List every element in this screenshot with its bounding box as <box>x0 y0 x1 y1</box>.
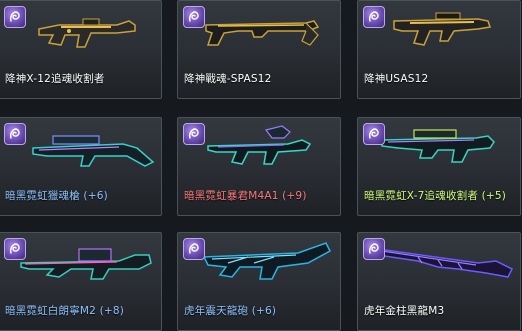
weapon-name: 降神USAS12 <box>364 73 429 85</box>
weapon-name: 暗黑霓虹暴君M4A1 (+9) <box>184 190 307 202</box>
weapon-name: 虎年震天龍砲 (+6) <box>184 305 277 317</box>
weapon-card[interactable]: 暗黑霓虹暴君M4A1 (+9) <box>177 117 341 216</box>
spiral-emblem-icon <box>363 238 385 260</box>
weapon-name: 暗黑霓虹X-7追魂收割者 (+5) <box>364 190 507 202</box>
weapon-card[interactable]: 虎年震天龍砲 (+6) <box>177 232 341 331</box>
spiral-emblem-icon <box>363 123 385 145</box>
spiral-emblem-icon <box>183 6 205 28</box>
weapon-card[interactable]: 虎年金柱黑龍M3 <box>357 232 521 331</box>
weapon-card[interactable]: 暗黑霓虹獵魂槍 (+6) <box>0 117 162 216</box>
weapon-name: 暗黑霓虹白朗寧M2 (+8) <box>5 305 125 317</box>
spiral-emblem-icon <box>4 123 26 145</box>
weapon-name: 降神X-12追魂收割者 <box>5 73 105 85</box>
weapon-grid: 降神X-12追魂收割者 降神戰魂-SPAS12 降神USAS12 暗黑霓虹獵魂槍… <box>0 0 522 331</box>
spiral-emblem-icon <box>183 238 205 260</box>
spiral-emblem-icon <box>183 123 205 145</box>
spiral-emblem-icon <box>4 6 26 28</box>
weapon-card[interactable]: 降神戰魂-SPAS12 <box>177 0 341 99</box>
spiral-emblem-icon <box>4 238 26 260</box>
weapon-name: 降神戰魂-SPAS12 <box>184 73 272 85</box>
weapon-name: 虎年金柱黑龍M3 <box>364 305 445 317</box>
weapon-card[interactable]: 降神USAS12 <box>357 0 521 99</box>
weapon-card[interactable]: 暗黑霓虹X-7追魂收割者 (+5) <box>357 117 521 216</box>
weapon-name: 暗黑霓虹獵魂槍 (+6) <box>5 190 108 202</box>
spiral-emblem-icon <box>363 6 385 28</box>
weapon-card[interactable]: 暗黑霓虹白朗寧M2 (+8) <box>0 232 162 331</box>
weapon-card[interactable]: 降神X-12追魂收割者 <box>0 0 162 99</box>
